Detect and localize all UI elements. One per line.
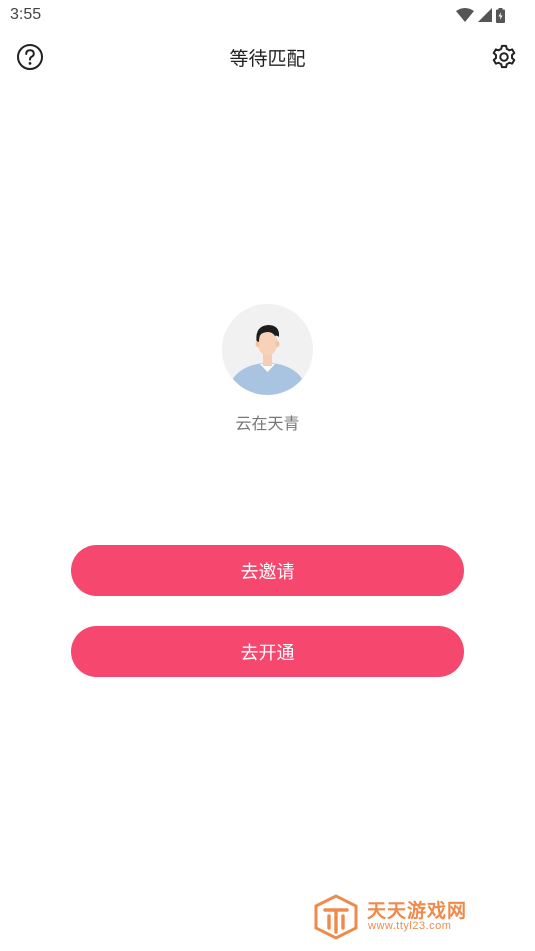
gear-icon — [492, 44, 516, 69]
page-title: 等待匹配 — [229, 48, 306, 70]
watermark-url: www.ttyl23.com — [368, 920, 452, 932]
default-avatar-icon — [222, 304, 313, 395]
activate-button[interactable]: 去开通 — [71, 626, 464, 677]
watermark-logo — [314, 894, 358, 940]
battery-icon — [496, 7, 505, 23]
avatar — [222, 304, 313, 395]
signal-icon — [478, 8, 492, 22]
invite-button[interactable]: 去邀请 — [71, 545, 464, 596]
status-bar: 3:55 — [0, 0, 535, 32]
wifi-icon — [456, 8, 474, 22]
status-time: 3:55 — [10, 6, 42, 23]
watermark-name: 天天游戏网 — [367, 900, 468, 922]
username: 云在天青 — [235, 414, 300, 433]
settings-button[interactable] — [490, 43, 518, 71]
status-icons — [456, 7, 505, 23]
watermark: 天天游戏网 www.ttyl23.com — [312, 894, 522, 944]
app-header: 等待匹配 — [0, 34, 535, 80]
